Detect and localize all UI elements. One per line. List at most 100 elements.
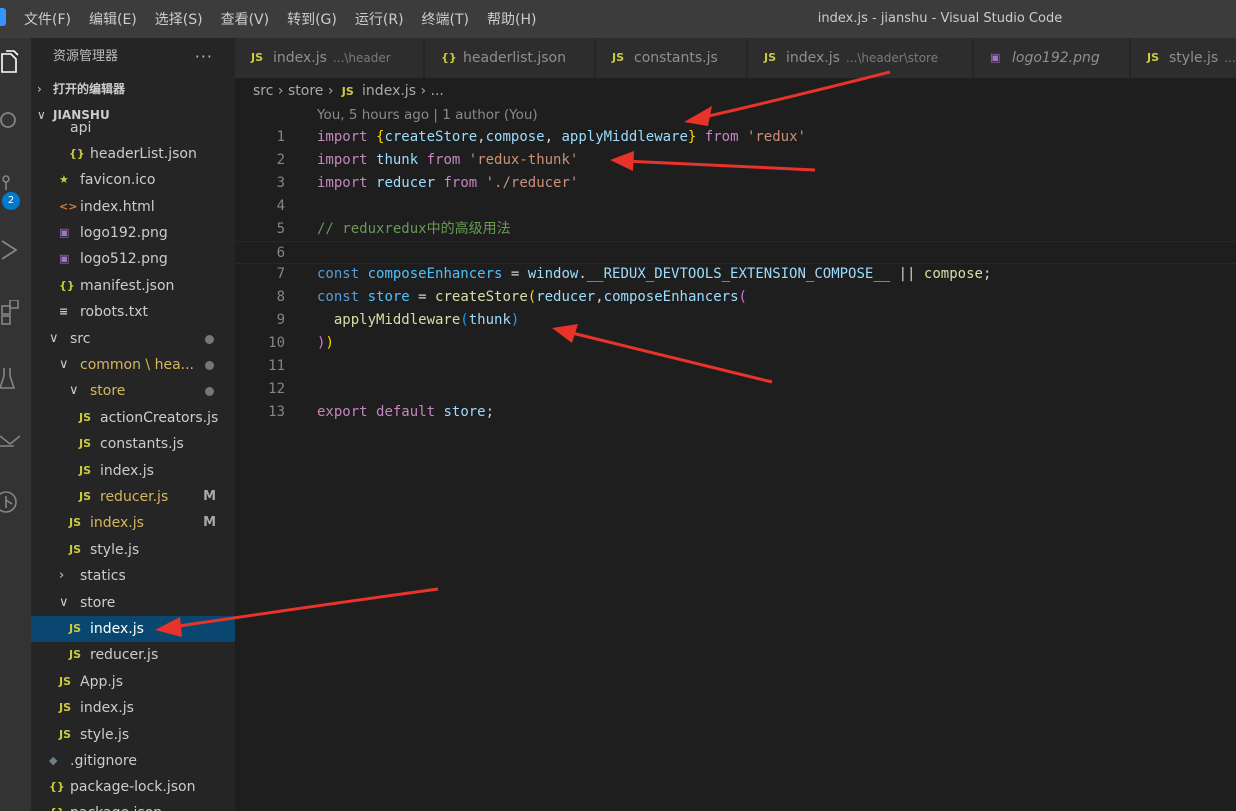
code-token: thunk: [468, 312, 511, 329]
code-line: 8 const store = createStore(reducer,compo…: [235, 286, 1236, 309]
tree-item-label: robots.txt: [80, 304, 148, 320]
breadcrumb-file[interactable]: index.js: [362, 83, 416, 99]
tree-item-label: favicon.ico: [80, 172, 156, 188]
file-item[interactable]: JS reducer.js: [31, 642, 235, 668]
file-item[interactable]: JS actionCreators.js: [31, 405, 235, 431]
js-file-icon: JS: [612, 51, 625, 64]
editor-tab[interactable]: JS constants.js: [596, 38, 747, 78]
more-actions-icon[interactable]: ···: [195, 38, 213, 76]
tree-item-label: logo512.png: [80, 251, 168, 267]
tab-filename: style.js: [1169, 50, 1219, 66]
file-item[interactable]: {} package-lock.json: [31, 774, 235, 800]
file-item[interactable]: {} manifest.json: [31, 273, 235, 299]
line-number: 7: [276, 266, 285, 283]
breadcrumb-symbol[interactable]: ...: [431, 83, 444, 99]
menu-item[interactable]: 运行(R): [355, 9, 404, 29]
extensions-icon[interactable]: [0, 292, 31, 332]
js-icon: JS: [69, 622, 82, 635]
folder-item[interactable]: ∨ store: [31, 590, 235, 616]
editor-tab[interactable]: ▣ logo192.png: [974, 38, 1130, 78]
file-item[interactable]: JS index.js M: [31, 510, 235, 536]
file-item[interactable]: {} headerList.json: [31, 141, 235, 167]
testing-icon[interactable]: [0, 358, 31, 398]
code-editor[interactable]: You, 5 hours ago | 1 author (You) 1 impor…: [235, 104, 1236, 811]
file-item[interactable]: JS constants.js: [31, 431, 235, 457]
folder-item[interactable]: api: [31, 115, 235, 141]
editor-tab[interactable]: JS index.js ...\header\store: [748, 38, 973, 78]
tree-item-label: index.html: [80, 199, 155, 215]
menu-item[interactable]: 查看(V): [221, 9, 270, 29]
file-item[interactable]: JS index.js: [31, 616, 235, 642]
line-number: 5: [276, 220, 285, 237]
img-icon: ▣: [59, 252, 70, 265]
line-code: import thunk from 'redux-thunk': [317, 149, 578, 172]
breadcrumb-separator: ›: [327, 83, 334, 99]
line-number: 3: [276, 174, 285, 191]
run-debug-icon[interactable]: [0, 230, 31, 270]
code-token: const: [317, 289, 360, 306]
tree-item-label: common \ hea...: [80, 357, 195, 373]
file-item[interactable]: JS style.js: [31, 537, 235, 563]
folder-item[interactable]: ∨ src: [31, 326, 235, 352]
file-item[interactable]: JS App.js: [31, 669, 235, 695]
menu-item[interactable]: 终端(T): [422, 9, 469, 29]
menu-item[interactable]: 帮助(H): [487, 9, 536, 29]
code-line: 7 const composeEnhancers = window.__REDUX…: [235, 263, 1236, 286]
tree-item-label: package.json: [70, 800, 162, 811]
explorer-icon[interactable]: [0, 42, 31, 82]
code-token: composeEnhancers: [367, 266, 503, 283]
remote-icon[interactable]: [0, 422, 31, 462]
breadcrumb-src[interactable]: src: [253, 83, 273, 99]
code-token: reducer: [536, 289, 596, 306]
tree-item-label: headerList.json: [90, 146, 197, 162]
search-icon[interactable]: [0, 102, 31, 142]
vscode-logo-icon: [0, 8, 6, 26]
file-item[interactable]: JS index.js: [31, 695, 235, 721]
file-item[interactable]: <> index.html: [31, 194, 235, 220]
file-item[interactable]: ▣ logo512.png: [31, 246, 235, 272]
file-item[interactable]: ★ favicon.ico: [31, 167, 235, 193]
code-line: 1 import {createStore,compose, applyMiddl…: [235, 126, 1236, 149]
code-token: thunk: [376, 151, 419, 168]
open-editors-section[interactable]: › 打开的编辑器: [31, 76, 235, 102]
git-graph-icon[interactable]: [0, 482, 31, 522]
tree-item-label: .gitignore: [70, 753, 137, 769]
file-item[interactable]: {} package.json: [31, 800, 235, 811]
file-item[interactable]: JS index.js: [31, 458, 235, 484]
editor-tab[interactable]: JS index.js ...\header: [235, 38, 424, 78]
file-item[interactable]: JS reducer.js M: [31, 484, 235, 510]
tab-description: ...\header: [332, 51, 391, 65]
menu-item[interactable]: 选择(S): [155, 9, 203, 29]
tree-item-label: index.js: [90, 515, 144, 531]
file-item[interactable]: ▣ logo192.png: [31, 220, 235, 246]
file-item[interactable]: JS style.js: [31, 722, 235, 748]
editor-tabs: JS index.js ...\header {} headerlist.json JS c…: [235, 38, 1236, 78]
star-icon: ★: [59, 173, 69, 186]
file-item[interactable]: ≡ robots.txt: [31, 299, 235, 325]
code-token: 'redux': [746, 129, 806, 145]
folder-item[interactable]: ∨ common \ hea...: [31, 352, 235, 378]
tab-description: ...\header\store: [845, 51, 939, 65]
open-editors-label: 打开的编辑器: [53, 82, 126, 96]
code-token: from: [704, 129, 739, 145]
folder-item[interactable]: ∨ store: [31, 378, 235, 404]
line-number: 6: [276, 244, 285, 261]
js-file-icon: JS: [764, 51, 777, 64]
menu-item[interactable]: 转到(G): [287, 9, 337, 29]
editor-tab[interactable]: JS style.js ...\: [1131, 38, 1236, 78]
breadcrumb-store[interactable]: store: [288, 83, 323, 99]
tree-item-label: statics: [80, 568, 126, 584]
line-number: 4: [276, 197, 285, 214]
git-blame-codelens[interactable]: You, 5 hours ago | 1 author (You): [317, 107, 538, 123]
folder-item[interactable]: › statics: [31, 563, 235, 589]
js-icon: JS: [59, 728, 72, 741]
editor-tab[interactable]: {} headerlist.json: [425, 38, 595, 78]
menu-item[interactable]: 编辑(E): [89, 9, 137, 29]
menu-item[interactable]: 文件(F): [24, 9, 71, 29]
code-token: =: [409, 289, 436, 306]
tree-item-label: store: [80, 595, 116, 611]
file-item[interactable]: ◆ .gitignore: [31, 748, 235, 774]
